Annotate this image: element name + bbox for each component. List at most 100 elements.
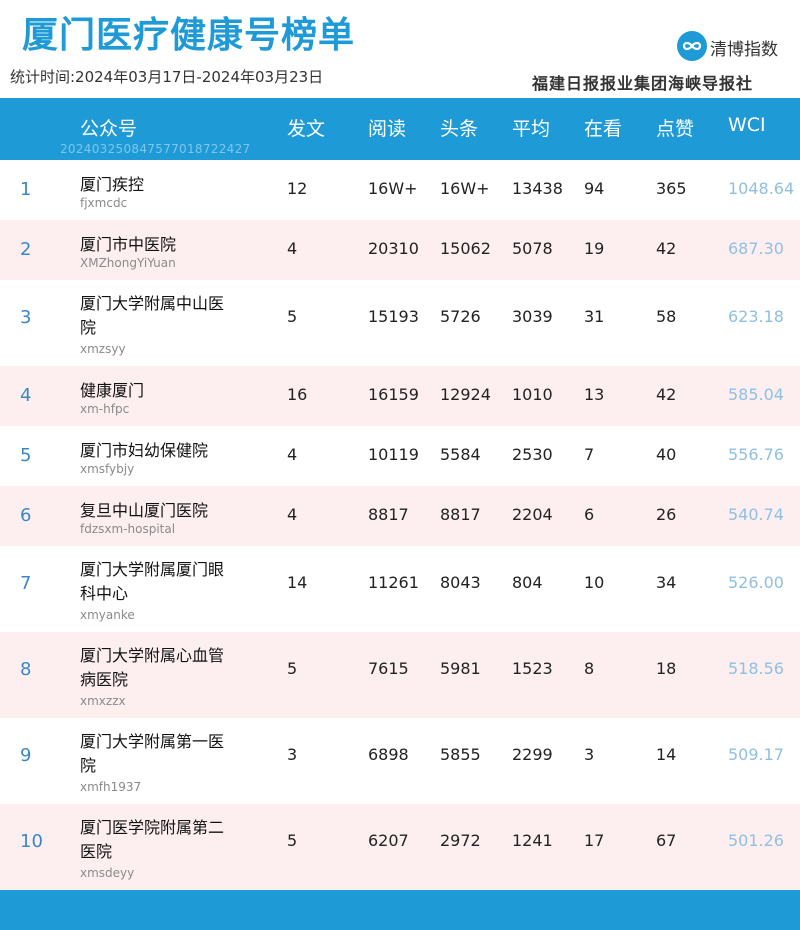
column-header-wci: WCI	[728, 114, 766, 136]
cell-headline: 12924	[440, 385, 491, 404]
cell-wci: 540.74	[728, 505, 784, 524]
column-header-account: 公众号	[80, 118, 138, 140]
cell-headline: 16W+	[440, 179, 490, 198]
cell-wci: 623.18	[728, 307, 784, 326]
rank-number: 6	[20, 505, 32, 526]
column-header-watching: 在看	[584, 118, 623, 140]
cell-watching: 8	[584, 659, 595, 678]
cell-reads: 11261	[368, 573, 419, 592]
table-row: 7 厦门大学附属厦门眼科中心 xmyanke 14 11261 8043 804 10 34 52…	[0, 546, 800, 632]
table-row: 6 复旦中山厦门医院 fdzsxm-hospital 4 8817 8817 2204 6 26…	[0, 486, 800, 546]
cell-likes: 42	[656, 385, 677, 404]
cell-watching: 17	[584, 831, 605, 850]
cell-posts: 3	[287, 745, 298, 764]
infinity-logo-icon	[677, 31, 707, 61]
cell-reads: 7615	[368, 659, 409, 678]
cell-wci: 509.17	[728, 745, 784, 764]
account-name: 厦门疾控	[80, 175, 145, 194]
cell-reads: 16W+	[368, 179, 418, 198]
cell-average: 2530	[512, 445, 553, 464]
cell-likes: 40	[656, 445, 677, 464]
table-row: 4 健康厦门 xm-hfpc 16 16159 12924 1010 13 42 585.04	[0, 366, 800, 426]
cell-likes: 26	[656, 505, 677, 524]
table-row: 8 厦门大学附属心血管病医院 xmxzzx 5 7615 5981 1523 8 18 518.5…	[0, 632, 800, 718]
cell-posts: 14	[287, 573, 308, 592]
cell-wci: 556.76	[728, 445, 784, 464]
column-header-likes: 点赞	[656, 118, 695, 140]
account-name: 厦门市中医院	[80, 235, 177, 254]
account-id: xmsfybjy	[80, 462, 135, 476]
account-id: xmsdeyy	[80, 866, 135, 880]
page-title: 厦门医疗健康号榜单	[22, 15, 356, 56]
cell-average: 5078	[512, 239, 553, 258]
cell-reads: 6898	[368, 745, 409, 764]
cell-wci: 526.00	[728, 573, 784, 592]
footer-bar	[0, 890, 800, 930]
cell-average: 3039	[512, 307, 553, 326]
cell-wci: 501.26	[728, 831, 784, 850]
cell-average: 2299	[512, 745, 553, 764]
cell-watching: 7	[584, 445, 595, 464]
rank-number: 8	[20, 659, 32, 680]
cell-average: 1010	[512, 385, 553, 404]
rank-number: 9	[20, 745, 32, 766]
column-header-reads: 阅读	[368, 118, 407, 140]
account-id: fjxmcdc	[80, 196, 128, 210]
statistics-period: 统计时间:2024年03月17日-2024年03月23日	[10, 68, 324, 86]
cell-watching: 19	[584, 239, 605, 258]
page-header: 厦门医疗健康号榜单 统计时间:2024年03月17日-2024年03月23日 清…	[0, 0, 800, 98]
cell-posts: 4	[287, 445, 298, 464]
cell-average: 13438	[512, 179, 563, 198]
account-id: xmfh1937	[80, 780, 142, 794]
account-name: 厦门大学附属第一医院	[80, 732, 225, 775]
cell-headline: 5855	[440, 745, 481, 764]
cell-reads: 16159	[368, 385, 419, 404]
rank-number: 10	[20, 831, 43, 852]
account-id: XMZhongYiYuan	[80, 256, 176, 270]
cell-watching: 94	[584, 179, 605, 198]
cell-headline: 15062	[440, 239, 491, 258]
cell-watching: 10	[584, 573, 605, 592]
cell-average: 804	[512, 573, 543, 592]
cell-reads: 20310	[368, 239, 419, 258]
cell-headline: 5726	[440, 307, 481, 326]
cell-average: 1241	[512, 831, 553, 850]
qingbo-logo: 清博指数	[676, 30, 796, 64]
ranking-table: 1 厦门疾控 fjxmcdc 12 16W+ 16W+ 13438 94 365 1048.64 2…	[0, 160, 800, 890]
cell-reads: 8817	[368, 505, 409, 524]
cell-headline: 5584	[440, 445, 481, 464]
cell-headline: 2972	[440, 831, 481, 850]
account-name: 厦门大学附属心血管病医院	[80, 646, 225, 689]
table-row: 10 厦门医学院附属第二医院 xmsdeyy 5 6207 2972 1241 17 67 501…	[0, 804, 800, 890]
cell-posts: 5	[287, 831, 298, 850]
rank-number: 5	[20, 445, 32, 466]
cell-likes: 34	[656, 573, 677, 592]
cell-wci: 585.04	[728, 385, 784, 404]
table-row: 5 厦门市妇幼保健院 xmsfybjy 4 10119 5584 2530 7 40 556.76	[0, 426, 800, 486]
account-id: fdzsxm-hospital	[80, 522, 176, 536]
cell-likes: 67	[656, 831, 677, 850]
logo-text: 清博指数	[710, 40, 778, 60]
table-row: 9 厦门大学附属第一医院 xmfh1937 3 6898 5855 2299 3 14 509.1…	[0, 718, 800, 804]
cell-posts: 16	[287, 385, 308, 404]
cell-average: 1523	[512, 659, 553, 678]
watermark-id: 20240325084757701872242​7	[60, 142, 251, 156]
cell-likes: 58	[656, 307, 677, 326]
table-row: 3 厦门大学附属中山医院 xmzsyy 5 15193 5726 3039 31 58 623.1…	[0, 280, 800, 366]
account-name: 厦门大学附属厦门眼科中心	[80, 560, 225, 603]
table-row: 2 厦门市中医院 XMZhongYiYuan 4 20310 15062 5078 19 42 6…	[0, 220, 800, 280]
rank-number: 4	[20, 385, 32, 406]
cell-headline: 5981	[440, 659, 481, 678]
cell-watching: 13	[584, 385, 605, 404]
table-row: 1 厦门疾控 fjxmcdc 12 16W+ 16W+ 13438 94 365 1048.64	[0, 160, 800, 220]
cell-posts: 4	[287, 505, 298, 524]
cell-reads: 6207	[368, 831, 409, 850]
cell-posts: 4	[287, 239, 298, 258]
rank-number: 1	[20, 179, 32, 200]
rank-number: 2	[20, 239, 32, 260]
cell-headline: 8817	[440, 505, 481, 524]
publisher-name: 福建日报报业集团海峡导报社	[532, 74, 754, 93]
cell-posts: 12	[287, 179, 308, 198]
cell-posts: 5	[287, 659, 298, 678]
table-header: 公众号 发文 阅读 头条 平均 在看 点赞 WCI 20240325084757…	[0, 98, 800, 160]
